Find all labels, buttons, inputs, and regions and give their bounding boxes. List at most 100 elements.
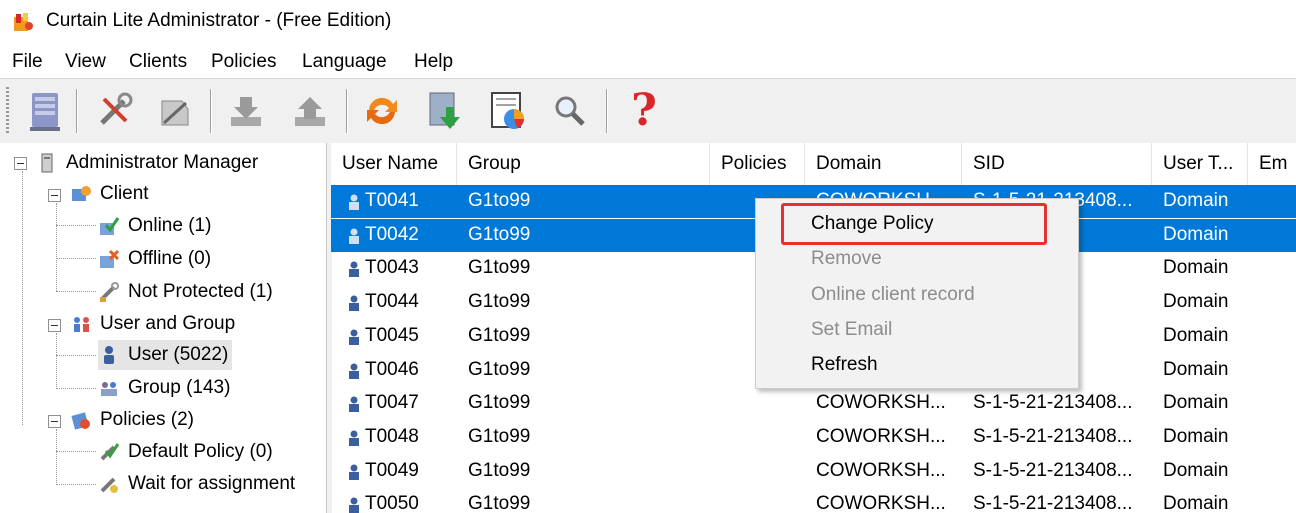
column-header-domain[interactable]: Domain <box>805 143 962 185</box>
cell-user: T0046 <box>365 358 419 380</box>
tree-item-offline[interactable]: Offline (0) <box>98 244 211 274</box>
server-icon[interactable] <box>22 87 70 135</box>
column-header-sid[interactable]: SID <box>962 143 1152 185</box>
menu-file[interactable]: File <box>12 51 43 73</box>
tree-item-administrator-manager[interactable]: Administrator Manager <box>36 148 258 178</box>
tree-item-group[interactable]: Group (143) <box>98 373 230 403</box>
cell-type: Domain <box>1163 392 1229 414</box>
tree-collapse-user-group[interactable] <box>48 319 61 332</box>
cell-sid: S-1-5-21-213408... <box>973 392 1133 414</box>
table-row[interactable]: T0047 G1to99 COWORKSH... S-1-5-21-213408...… <box>331 387 1296 420</box>
tree-collapse-root[interactable] <box>14 157 27 170</box>
cell-domain: COWORKSH... <box>816 493 946 513</box>
toolbar: ? <box>0 78 1296 144</box>
menu-help[interactable]: Help <box>414 51 453 73</box>
upload-icon[interactable] <box>286 87 334 135</box>
user-icon <box>349 329 359 345</box>
cell-user: T0044 <box>365 291 419 313</box>
cell-user: T0045 <box>365 324 419 346</box>
report-chart-icon[interactable] <box>484 87 532 135</box>
cell-sid: S-1-5-21-213408... <box>973 459 1133 481</box>
menu-item-refresh[interactable]: Refresh <box>811 354 878 376</box>
import-icon[interactable] <box>420 87 468 135</box>
tree-label: Policies (2) <box>100 409 194 430</box>
user-icon <box>349 396 359 413</box>
cell-type: Domain <box>1163 223 1229 245</box>
cell-type: Domain <box>1163 291 1229 313</box>
cell-user: T0050 <box>365 493 419 513</box>
not-protected-icon <box>100 282 119 302</box>
tree-item-online[interactable]: Online (1) <box>98 211 211 241</box>
user-icon <box>349 261 359 278</box>
user-icon <box>349 363 359 379</box>
tree-item-policies[interactable]: Policies (2) <box>70 405 194 435</box>
cell-group: G1to99 <box>468 493 531 513</box>
cell-domain: COWORKSH... <box>816 392 946 414</box>
user-icon <box>349 464 359 480</box>
toolbar-grip[interactable] <box>6 87 9 135</box>
menu-language[interactable]: Language <box>302 51 387 73</box>
tree-label: Default Policy (0) <box>128 441 273 462</box>
cell-user: T0048 <box>365 425 419 447</box>
user-icon <box>349 430 359 446</box>
tree-label: Not Protected (1) <box>128 281 273 302</box>
group-icon <box>101 382 117 396</box>
tree-item-wait-for-assignment[interactable]: Wait for assignment <box>98 469 295 499</box>
window-title: Curtain Lite Administrator - (Free Editi… <box>46 10 392 31</box>
table-row[interactable]: T0050 G1to99 COWORKSH... S-1-5-21-213408...… <box>331 488 1296 513</box>
tree-item-default-policy[interactable]: Default Policy (0) <box>98 437 273 467</box>
default-policy-icon <box>100 443 120 461</box>
cell-type: Domain <box>1163 459 1229 481</box>
column-header-group[interactable]: Group <box>457 143 710 185</box>
title-bar: Curtain Lite Administrator - (Free Editi… <box>0 0 1296 42</box>
tree-label: Wait for assignment <box>128 473 296 494</box>
cell-user: T0049 <box>365 459 419 481</box>
cell-group: G1to99 <box>468 358 531 380</box>
column-header-email[interactable]: Em <box>1248 143 1296 185</box>
menu-item-remove[interactable]: Remove <box>811 248 882 270</box>
table-row[interactable]: T0049 G1to99 COWORKSH... S-1-5-21-213408...… <box>331 455 1296 488</box>
policy-tools-icon[interactable] <box>150 87 198 135</box>
user-icon <box>349 497 359 513</box>
highlight-annotation <box>781 203 1047 245</box>
tree-item-not-protected[interactable]: Not Protected (1) <box>98 277 273 307</box>
user-icon <box>349 295 359 312</box>
tree-item-user[interactable]: User (5022) <box>98 340 233 370</box>
menu-policies[interactable]: Policies <box>211 51 276 73</box>
cell-group: G1to99 <box>468 425 531 447</box>
offline-icon <box>100 249 120 268</box>
administrator-icon <box>41 153 53 173</box>
column-header-user-name[interactable]: User Name <box>331 143 457 185</box>
column-header-policies[interactable]: Policies <box>710 143 805 185</box>
menu-clients[interactable]: Clients <box>129 51 187 73</box>
user-icon <box>104 346 114 364</box>
list-header: User Name Group Policies Domain SID User… <box>331 143 1296 186</box>
cell-type: Domain <box>1163 493 1229 513</box>
cell-type: Domain <box>1163 425 1229 447</box>
tree-collapse-client[interactable] <box>48 189 61 202</box>
tree-label: Group (143) <box>128 377 231 398</box>
table-row[interactable]: T0048 G1to99 COWORKSH... S-1-5-21-213408...… <box>331 421 1296 454</box>
settings-tools-icon[interactable] <box>90 87 138 135</box>
tree-item-user-and-group[interactable]: User and Group <box>70 309 235 339</box>
cell-type: Domain <box>1163 190 1229 211</box>
tree-label: Client <box>100 183 149 204</box>
tree-collapse-policies[interactable] <box>48 415 61 428</box>
help-icon[interactable]: ? <box>620 87 668 135</box>
refresh-icon[interactable] <box>358 87 406 135</box>
user-group-icon <box>74 317 89 332</box>
search-icon[interactable] <box>546 87 594 135</box>
tree-item-client[interactable]: Client <box>70 179 149 209</box>
cell-type: Domain <box>1163 257 1229 279</box>
menu-view[interactable]: View <box>65 51 106 73</box>
cell-group: G1to99 <box>468 190 531 211</box>
menu-item-online-client-record[interactable]: Online client record <box>811 284 975 306</box>
cell-user: T0042 <box>365 223 419 245</box>
menu-item-set-email[interactable]: Set Email <box>811 319 892 341</box>
tree-label: User (5022) <box>128 344 229 365</box>
column-header-user-type[interactable]: User T... <box>1152 143 1248 185</box>
client-icon <box>72 186 91 201</box>
cell-user: T0047 <box>365 392 419 414</box>
download-icon[interactable] <box>222 87 270 135</box>
cell-group: G1to99 <box>468 257 531 279</box>
